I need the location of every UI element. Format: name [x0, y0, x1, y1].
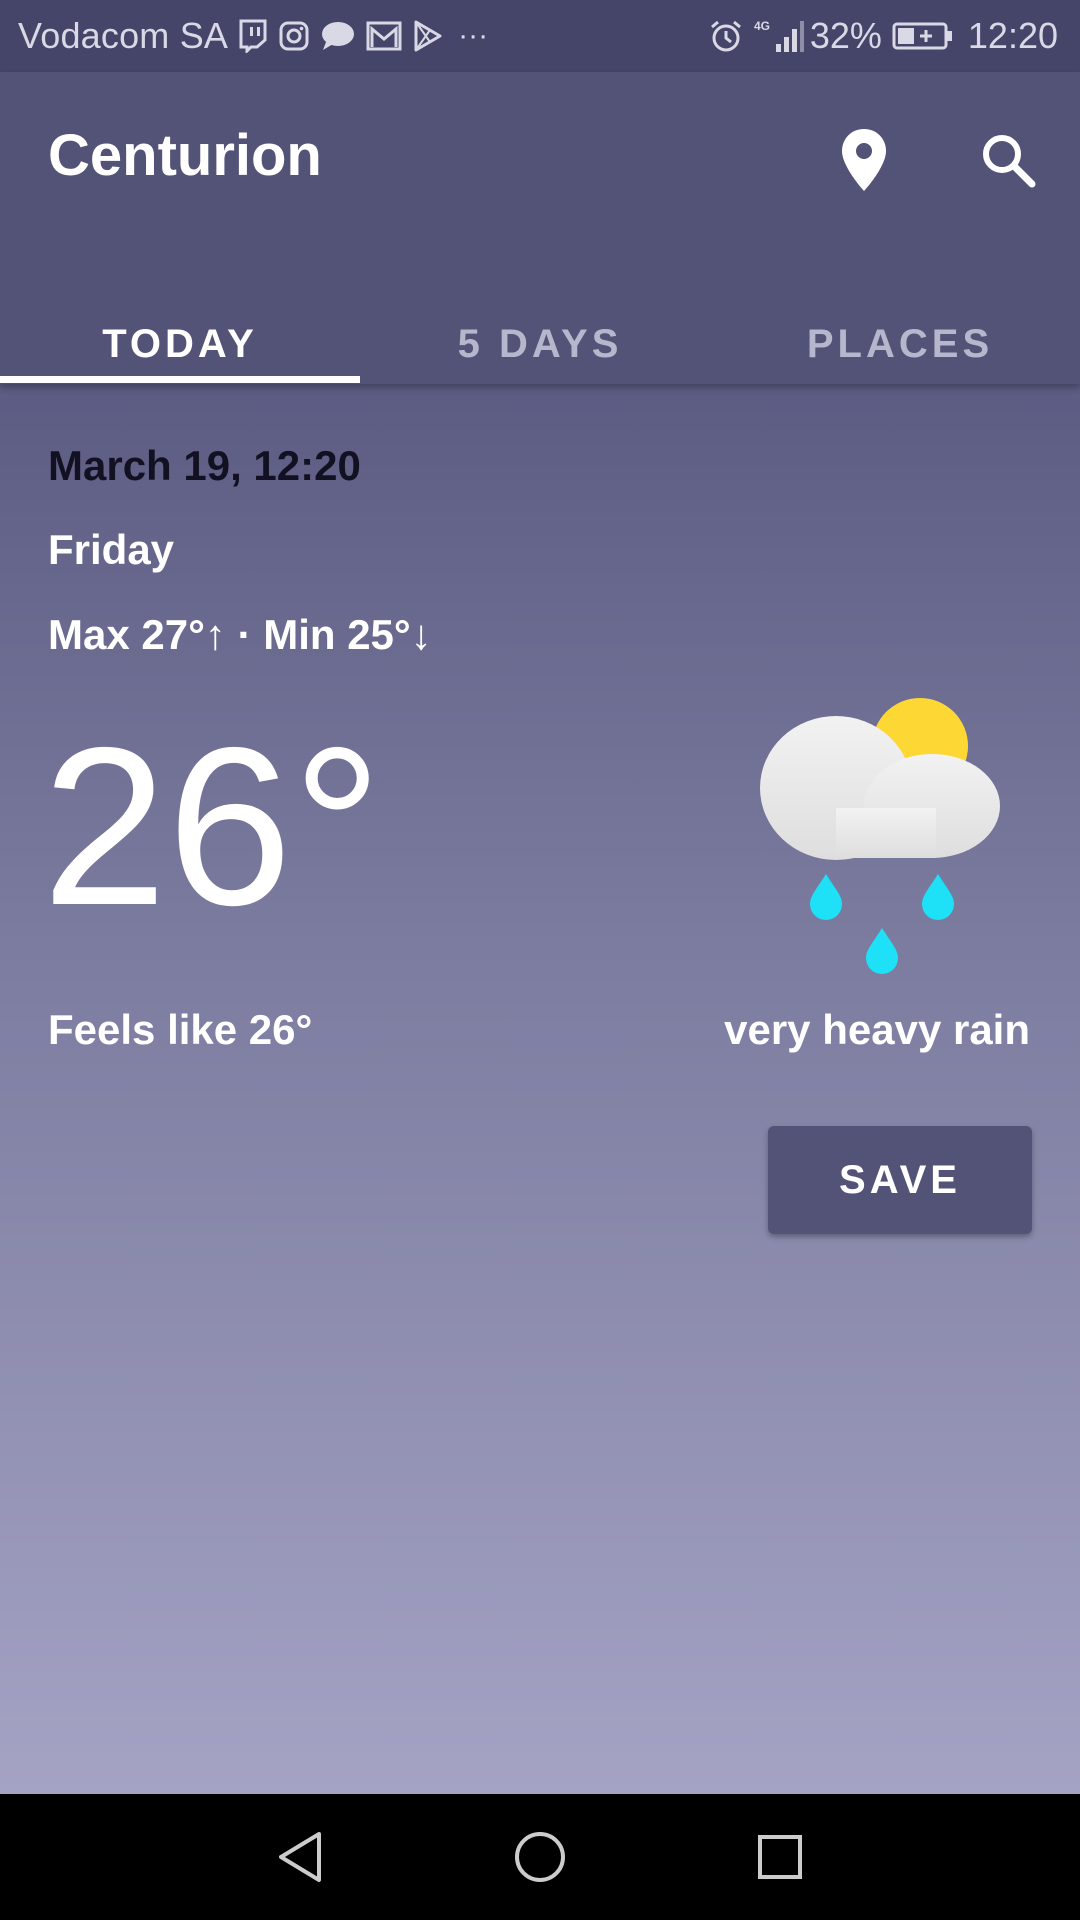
recent-apps-button[interactable] — [720, 1814, 840, 1900]
battery-charging-icon — [892, 21, 954, 51]
toolbar: Centurion — [0, 72, 1080, 242]
current-temperature: 26° — [42, 700, 383, 952]
today-content: March 19, 12:20 Friday Max 27°↑ · Min 25… — [0, 384, 1080, 1794]
search-button[interactable] — [960, 112, 1056, 208]
home-icon — [515, 1832, 565, 1882]
day-of-week: Friday — [48, 526, 175, 573]
network-type-label: 4G — [754, 19, 770, 33]
instagram-icon — [278, 20, 310, 52]
location-pin-icon — [842, 129, 886, 191]
chat-bubble-icon — [320, 20, 356, 52]
status-right: 4G 32% 12:20 — [698, 15, 1058, 57]
gmail-icon — [366, 21, 402, 51]
feels-like: Feels like 26° — [48, 1006, 313, 1053]
tab-today[interactable]: TODAY — [0, 305, 360, 383]
signal-4g-icon: 4G — [754, 18, 804, 54]
weather-app-screen: Vodacom SA ··· 4G 32% 12:20 Centurion TO… — [0, 0, 1080, 1920]
location-button[interactable] — [816, 112, 912, 208]
status-left: Vodacom SA ··· — [18, 15, 488, 57]
tab-5-days[interactable]: 5 DAYS — [360, 305, 720, 383]
rain-sun-cloud-icon — [756, 696, 1006, 996]
min-max-temperature: Max 27°↑ · Min 25°↓ — [48, 611, 432, 658]
carrier-name: Vodacom SA — [18, 15, 229, 56]
tab-places[interactable]: PLACES — [720, 305, 1080, 383]
app-bar: Centurion TODAY 5 DAYS PLACES — [0, 72, 1080, 384]
twitch-icon — [238, 19, 268, 53]
home-button[interactable] — [480, 1814, 600, 1900]
play-store-icon — [412, 20, 442, 52]
battery-percent: 32% — [809, 15, 882, 56]
save-button[interactable]: SAVE — [768, 1126, 1032, 1234]
search-icon — [983, 135, 1036, 188]
navigation-bar — [0, 1794, 1080, 1920]
more-dots-icon: ··· — [458, 19, 489, 52]
weather-condition: very heavy rain — [724, 1006, 1030, 1053]
status-time: 12:20 — [967, 15, 1058, 56]
city-title: Centurion — [48, 123, 322, 188]
alarm-clock-icon — [708, 18, 744, 54]
tab-indicator — [0, 376, 360, 383]
back-button[interactable] — [240, 1814, 360, 1900]
back-icon — [279, 1832, 321, 1882]
recent-apps-icon — [758, 1835, 802, 1879]
status-bar: Vodacom SA ··· 4G 32% 12:20 — [0, 0, 1080, 72]
